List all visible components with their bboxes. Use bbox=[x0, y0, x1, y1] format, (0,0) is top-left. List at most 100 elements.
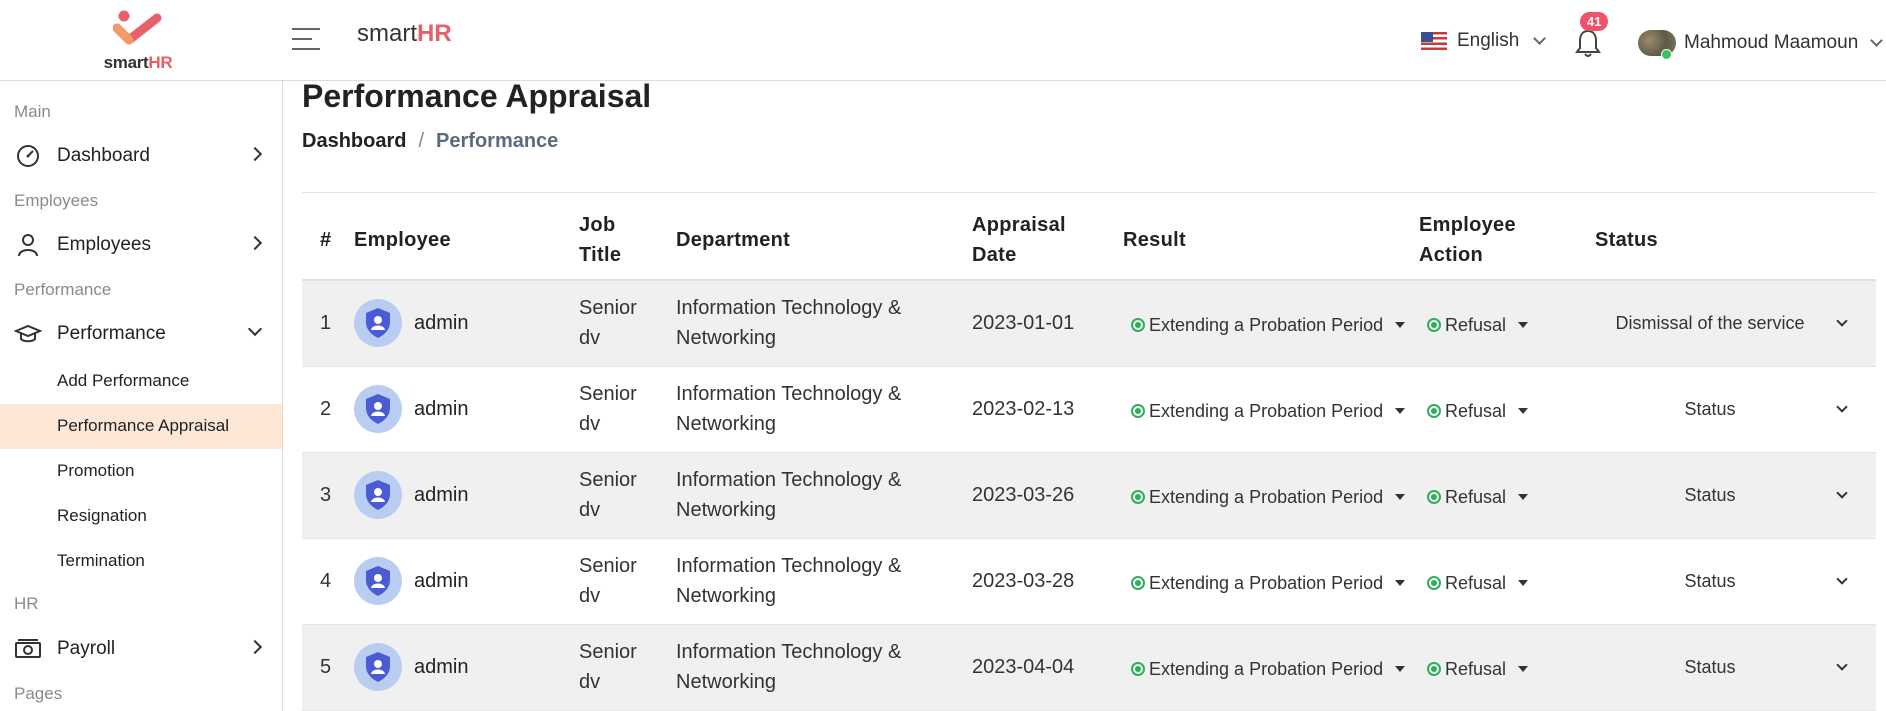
status-select[interactable]: Status bbox=[1595, 652, 1876, 682]
bell-icon[interactable] bbox=[1575, 28, 1601, 58]
row-result: Extending a Probation Period bbox=[1123, 538, 1419, 625]
action-dropdown[interactable]: Refusal bbox=[1419, 310, 1529, 340]
action-dropdown[interactable]: Refusal bbox=[1419, 568, 1529, 598]
row-appraisal-date: 2023-04-04 bbox=[972, 624, 1123, 711]
header-appraisal-date: Appraisal Date bbox=[972, 200, 1123, 281]
sidebar-item-label: Employees bbox=[57, 234, 151, 255]
table-row: 5 admin Senior dv Information Technology … bbox=[302, 624, 1876, 711]
employee-name-link[interactable]: admin bbox=[414, 566, 468, 596]
row-department: Information Technology & Networking bbox=[676, 366, 972, 453]
sidebar-subitem-performance-appraisal[interactable]: Performance Appraisal bbox=[0, 404, 282, 449]
row-employee-action: Refusal bbox=[1419, 624, 1595, 711]
chevron-right-icon bbox=[247, 639, 263, 655]
action-dropdown[interactable]: Refusal bbox=[1419, 654, 1529, 684]
section-label-pages: Pages bbox=[14, 684, 63, 703]
sidebar-subitem-promotion[interactable]: Promotion bbox=[0, 449, 282, 494]
result-dropdown[interactable]: Extending a Probation Period bbox=[1123, 396, 1406, 426]
caret-down-icon bbox=[1518, 665, 1529, 672]
row-job-title: Senior dv bbox=[579, 280, 676, 367]
table-row: 2 admin Senior dv Information Technology … bbox=[302, 366, 1876, 453]
row-employee: admin bbox=[354, 280, 579, 367]
chevron-down-icon bbox=[1870, 34, 1884, 47]
row-result: Extending a Probation Period bbox=[1123, 366, 1419, 453]
employee-shield-avatar-icon bbox=[354, 643, 402, 691]
employee-shield-avatar-icon bbox=[354, 385, 402, 433]
page-title: Performance Appraisal bbox=[302, 78, 652, 114]
row-appraisal-date: 2023-02-13 bbox=[972, 366, 1123, 453]
language-label: English bbox=[1457, 30, 1520, 51]
row-status: Dismissal of the service bbox=[1595, 280, 1876, 367]
action-dropdown[interactable]: Refusal bbox=[1419, 396, 1529, 426]
row-employee-action: Refusal bbox=[1419, 280, 1595, 367]
caret-down-icon bbox=[1518, 493, 1529, 500]
breadcrumb-home-link[interactable]: Dashboard bbox=[302, 130, 406, 153]
header-job-title: Job Title bbox=[579, 200, 676, 281]
result-dropdown[interactable]: Extending a Probation Period bbox=[1123, 568, 1406, 598]
status-dot-icon bbox=[1427, 317, 1441, 332]
sidebar-item-performance[interactable]: Performance bbox=[0, 313, 282, 355]
employee-name-link[interactable]: admin bbox=[414, 394, 468, 424]
status-dot-icon bbox=[1131, 403, 1145, 418]
money-icon bbox=[15, 639, 41, 658]
section-label-employees: Employees bbox=[14, 191, 99, 210]
row-status: Status bbox=[1595, 452, 1876, 539]
employee-shield-avatar-icon bbox=[354, 299, 402, 348]
divider bbox=[302, 192, 1876, 193]
app-logo[interactable]: smartHR bbox=[96, 10, 180, 72]
caret-down-icon bbox=[1395, 579, 1406, 586]
header-employee: Employee bbox=[354, 200, 579, 281]
chevron-down-icon bbox=[1533, 32, 1547, 45]
employee-shield-avatar-icon bbox=[354, 471, 402, 519]
status-dot-icon bbox=[1427, 661, 1441, 676]
result-dropdown[interactable]: Extending a Probation Period bbox=[1123, 482, 1406, 512]
row-appraisal-date: 2023-01-01 bbox=[972, 280, 1123, 367]
employee-name-link[interactable]: admin bbox=[414, 308, 468, 338]
language-selector[interactable]: English bbox=[1421, 30, 1547, 52]
header-status: Status bbox=[1595, 200, 1876, 281]
status-select[interactable]: Dismissal of the service bbox=[1595, 308, 1876, 338]
employee-name-link[interactable]: admin bbox=[414, 652, 468, 682]
result-dropdown[interactable]: Extending a Probation Period bbox=[1123, 310, 1406, 340]
sidebar-subitem-resignation[interactable]: Resignation bbox=[0, 494, 282, 539]
graduation-cap-icon bbox=[14, 324, 42, 343]
chevron-down-icon bbox=[1836, 573, 1848, 585]
user-icon bbox=[18, 234, 38, 257]
user-menu[interactable]: Mahmoud Maamoun bbox=[1638, 30, 1884, 60]
sidebar-subitem-add-performance[interactable]: Add Performance bbox=[0, 359, 282, 404]
sidebar: Main Dashboard Employees Employees Perfo… bbox=[0, 81, 283, 711]
sidebar-item-dashboard[interactable]: Dashboard bbox=[0, 135, 282, 177]
sidebar-subitem-termination[interactable]: Termination bbox=[0, 539, 282, 584]
row-employee: admin bbox=[354, 366, 579, 453]
row-status: Status bbox=[1595, 366, 1876, 453]
chevron-down-icon bbox=[1836, 487, 1848, 499]
sidebar-item-employees[interactable]: Employees bbox=[0, 224, 282, 266]
logo-mark-icon bbox=[113, 10, 162, 45]
status-dot-icon bbox=[1427, 489, 1441, 504]
header-num: # bbox=[302, 200, 354, 281]
caret-down-icon bbox=[1395, 321, 1406, 328]
header-employee-action: Employee Action bbox=[1419, 200, 1595, 281]
result-dropdown[interactable]: Extending a Probation Period bbox=[1123, 654, 1406, 684]
row-appraisal-date: 2023-03-26 bbox=[972, 452, 1123, 539]
table-row: 1 admin Senior dv Information Technology … bbox=[302, 280, 1876, 367]
status-select[interactable]: Status bbox=[1595, 480, 1876, 510]
caret-down-icon bbox=[1518, 407, 1529, 414]
section-label-performance: Performance bbox=[14, 280, 112, 299]
status-select[interactable]: Status bbox=[1595, 566, 1876, 596]
chevron-right-icon bbox=[247, 146, 263, 162]
sidebar-item-label: Payroll bbox=[57, 638, 116, 659]
user-name: Mahmoud Maamoun bbox=[1684, 32, 1859, 53]
row-result: Extending a Probation Period bbox=[1123, 452, 1419, 539]
employee-name-link[interactable]: admin bbox=[414, 480, 468, 510]
row-result: Extending a Probation Period bbox=[1123, 624, 1419, 711]
caret-down-icon bbox=[1518, 579, 1529, 586]
status-select[interactable]: Status bbox=[1595, 394, 1876, 424]
action-dropdown[interactable]: Refusal bbox=[1419, 482, 1529, 512]
sidebar-item-payroll[interactable]: Payroll bbox=[0, 628, 282, 670]
menu-toggle-icon[interactable] bbox=[292, 28, 320, 52]
row-num: 3 bbox=[302, 452, 354, 539]
dashboard-gauge-icon bbox=[17, 145, 39, 167]
status-dot-icon bbox=[1131, 575, 1145, 590]
row-job-title: Senior dv bbox=[579, 538, 676, 625]
chevron-down-icon bbox=[1836, 659, 1848, 671]
